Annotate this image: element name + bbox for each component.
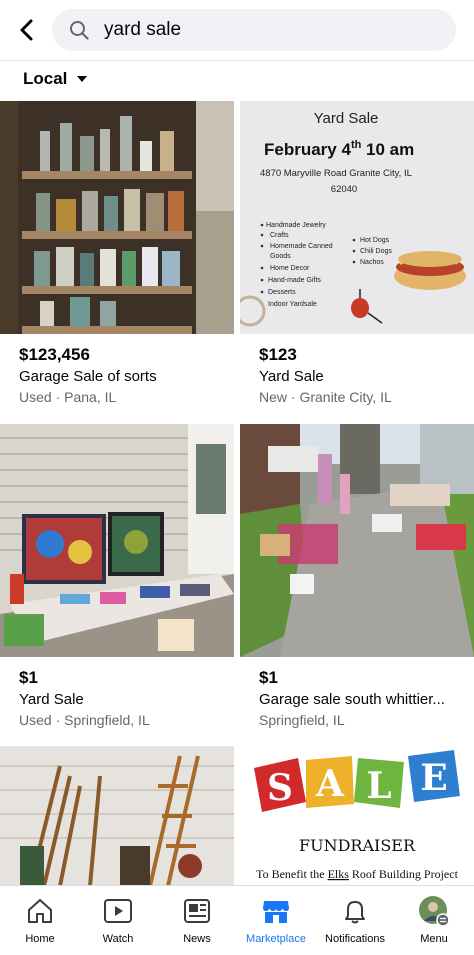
fundraiser-benefit-suffix: Roof Building Project: [349, 867, 459, 881]
tab-watch[interactable]: Watch: [78, 886, 158, 955]
listing-title: Yard Sale: [19, 691, 84, 708]
listing-condition-location: Used · Springfield, IL: [19, 712, 150, 728]
listing-card[interactable]: $1 Garage sale south whittier... Springf…: [240, 424, 474, 728]
sale-tag-l: L: [354, 758, 404, 808]
listing-price: $1: [259, 668, 278, 687]
watch-icon: [103, 896, 133, 926]
home-icon: [26, 896, 54, 926]
flyer-time: 10 am: [361, 140, 414, 159]
svg-text:February 4th 10 am: February 4th 10 am: [264, 139, 414, 159]
svg-text:E: E: [420, 757, 447, 799]
listing-card[interactable]: Yard Sale February 4th 10 am 4870 Maryvi…: [240, 101, 474, 405]
back-arrow-icon: [20, 19, 33, 41]
listing-price: $123: [259, 345, 297, 364]
flyer-item: Crafts: [270, 232, 289, 239]
tab-label: Notifications: [325, 933, 385, 945]
search-query-text: yard sale: [104, 19, 182, 40]
flyer-item: Chili Dogs: [360, 248, 392, 255]
search-input[interactable]: yard sale: [52, 9, 456, 51]
listing-price: $1: [19, 668, 38, 687]
location-filter-label: Local: [23, 69, 68, 88]
listing-condition-location: New · Granite City, IL: [259, 389, 392, 405]
flyer-item: Indoor Yardsale: [268, 301, 317, 308]
svg-text:A: A: [315, 763, 345, 805]
listing-photo-porch-table: [0, 424, 234, 657]
listing-title: Yard Sale: [259, 368, 324, 385]
flyer-item: Hot Dogs: [360, 237, 390, 244]
avatar-menu-icon: [418, 896, 450, 927]
flyer-item: Desserts: [268, 289, 296, 296]
hotdog-illustration: [394, 251, 466, 290]
listing-title: Garage Sale of sorts: [19, 368, 157, 385]
tab-label: Menu: [420, 933, 448, 945]
flyer-heading: Yard Sale: [314, 110, 379, 127]
listing-title: Garage sale south whittier...: [259, 691, 445, 708]
flyer-date: February 4: [264, 140, 351, 159]
bottom-tab-bar: Home Watch News Marketplace Notification…: [0, 885, 474, 955]
listing-photo-shelf-bottles: [0, 101, 234, 334]
location-filter-dropdown[interactable]: Local: [23, 69, 88, 89]
flyer-item: Goods: [270, 253, 291, 260]
listing-card[interactable]: $123,456 Garage Sale of sorts Used · Pan…: [0, 101, 234, 405]
tab-label: Watch: [102, 933, 134, 945]
svg-text:S: S: [267, 767, 293, 809]
listing-card[interactable]: $1 Yard Sale Used · Springfield, IL: [0, 424, 234, 728]
listing-photo-yard-sale-flyer: Yard Sale February 4th 10 am 4870 Maryvi…: [240, 101, 474, 334]
listing-condition-location: Used · Pana, IL: [19, 389, 117, 405]
caret-down-icon: [76, 75, 88, 83]
tab-label: Marketplace: [246, 933, 306, 945]
tab-home[interactable]: Home: [0, 886, 80, 955]
flyer-date-suffix: th: [351, 139, 362, 151]
tab-label: News: [183, 933, 211, 945]
tab-notifications[interactable]: Notifications: [315, 886, 395, 955]
filter-row: Local: [0, 60, 474, 100]
svg-text:L: L: [366, 765, 391, 807]
search-icon: [68, 19, 90, 41]
flyer-zip: 62040: [331, 184, 357, 195]
svg-text:To Benefit the Elks Roof Build: To Benefit the Elks Roof Building Projec…: [256, 867, 458, 881]
flyer-item: Nachos: [360, 259, 384, 266]
flyer-address: 4870 Maryville Road Granite City, IL: [260, 168, 412, 179]
back-button[interactable]: [12, 14, 42, 46]
tab-label: Home: [25, 933, 55, 945]
fundraiser-benefit-prefix: To Benefit the: [256, 867, 327, 881]
listing-photo-driveway-sale: [240, 424, 474, 657]
top-bar: yard sale: [0, 0, 474, 60]
tab-news[interactable]: News: [157, 886, 237, 955]
flyer-item: Handmade Jewelry: [266, 222, 326, 229]
sale-tag-a: A: [306, 756, 354, 808]
fundraiser-benefit-link: Elks: [328, 867, 350, 881]
listing-condition-location: Springfield, IL: [259, 712, 345, 728]
bell-icon: [341, 896, 369, 926]
tab-marketplace[interactable]: Marketplace: [236, 886, 316, 955]
sale-tag-e: E: [408, 750, 460, 802]
flyer-item: Hand-made Gifts: [268, 277, 321, 284]
news-icon: [183, 896, 211, 926]
listing-price: $123,456: [19, 345, 90, 364]
marketplace-icon: [261, 896, 291, 926]
tab-menu[interactable]: Menu: [394, 886, 474, 955]
flyer-item: Home Decor: [270, 265, 310, 272]
flyer-item: Homemade Canned: [270, 243, 333, 250]
fundraiser-heading: FUNDRAISER: [299, 836, 416, 855]
